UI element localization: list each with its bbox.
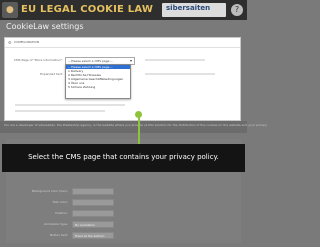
cms-page-label: CMS Page of "More information":: [13, 58, 63, 62]
button-text-field[interactable]: Fixed at the bottom: [72, 232, 114, 239]
background-color-field[interactable]: [72, 188, 114, 195]
field-value: No animation: [75, 223, 96, 227]
configuration-panel: ⚙ CONFIGURATION CMS Page of "More inform…: [4, 37, 241, 121]
cookie-logo-icon: ●: [2, 2, 18, 18]
gear-icon: ⚙: [8, 40, 12, 45]
brand-name: sibersaiten: [166, 4, 211, 12]
top-bar: ● EU LEGAL COOKIE LAW sibersaiten ?: [0, 0, 247, 20]
panel-header: ⚙ CONFIGURATION: [5, 38, 240, 48]
dropdown-option[interactable]: 5 Sichere Zahlung: [66, 85, 130, 89]
form-label: Button text:: [50, 233, 68, 237]
form-label: Background color (hex):: [31, 189, 68, 193]
notice-text: You are a developer of sibersaiten, the …: [4, 123, 267, 127]
form-label: Animation type:: [44, 222, 68, 226]
position-field[interactable]: [72, 210, 114, 217]
chevron-down-icon: ▾: [129, 58, 132, 63]
tutorial-tooltip: Select the CMS page that contains your p…: [2, 144, 245, 172]
cookie-glyph: ●: [6, 5, 14, 15]
form-label: Position:: [55, 211, 68, 215]
page-title: CookieLaw settings: [6, 22, 84, 31]
field-placeholder-line: [145, 59, 205, 61]
field-value: Fixed at the bottom: [75, 234, 105, 238]
app-title: EU LEGAL COOKIE LAW: [21, 4, 154, 15]
animation-select[interactable]: No animation: [72, 221, 114, 228]
field-placeholder-line: [15, 104, 125, 106]
form-label: Text color:: [52, 200, 68, 204]
expanded-text-label: Expanded text:: [40, 72, 63, 76]
cms-page-select-value: -- Please select a CMS page --: [68, 59, 113, 63]
panel-header-label: CONFIGURATION: [14, 40, 39, 44]
field-placeholder-line: [15, 110, 105, 112]
notice-strip: You are a developer of sibersaiten, the …: [0, 121, 267, 133]
text-color-field[interactable]: [72, 199, 114, 206]
brand-logo: sibersaiten: [162, 3, 226, 17]
help-icon[interactable]: ?: [231, 4, 243, 16]
field-placeholder-line: [145, 73, 215, 75]
cms-page-dropdown[interactable]: -- Please select a CMS page -- 1 Deliver…: [65, 64, 131, 99]
tooltip-text: Select the CMS page that contains your p…: [28, 153, 219, 161]
callout-pointer-line: [138, 114, 140, 144]
